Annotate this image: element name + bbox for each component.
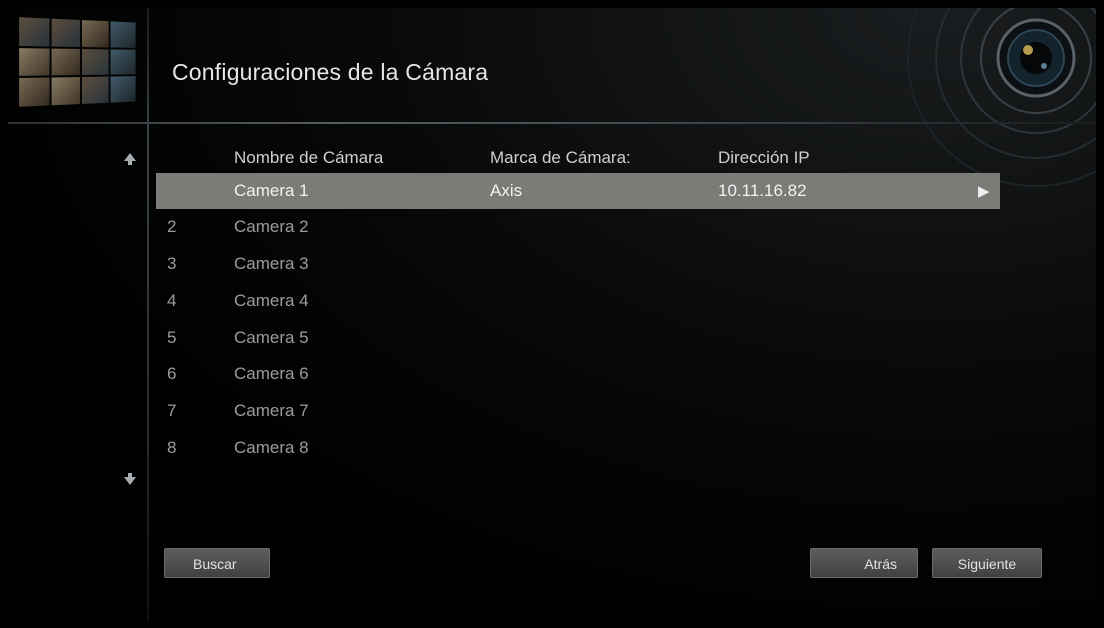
table-row[interactable]: 7 Camera 7: [156, 393, 1000, 429]
row-number: 6: [167, 364, 176, 384]
column-header-ip: Dirección IP: [718, 148, 810, 168]
row-number: 7: [167, 401, 176, 421]
camera-name: Camera 5: [234, 328, 309, 348]
page-title: Configuraciones de la Cámara: [172, 59, 488, 86]
camera-name: Camera 1: [234, 181, 309, 201]
row-number: 2: [167, 217, 176, 237]
table-row[interactable]: 5 Camera 5: [156, 320, 1000, 356]
up-arrow-icon[interactable]: [122, 151, 138, 167]
camera-name: Camera 4: [234, 291, 309, 311]
down-arrow-icon[interactable]: [122, 471, 138, 487]
search-button[interactable]: Buscar: [164, 548, 270, 578]
next-button[interactable]: Siguiente: [932, 548, 1042, 578]
back-button[interactable]: Atrás: [810, 548, 918, 578]
table-row[interactable]: 4 Camera 4: [156, 283, 1000, 319]
table-row[interactable]: 8 Camera 8: [156, 430, 1000, 466]
header-divider: [8, 122, 1096, 124]
row-number: 3: [167, 254, 176, 274]
camera-name: Camera 3: [234, 254, 309, 274]
sidebar-divider: [147, 8, 149, 620]
camera-name: Camera 6: [234, 364, 309, 384]
camera-lens-icon: [886, 8, 1096, 188]
table-row[interactable]: Camera 1 Axis 10.11.16.82 ▶: [156, 173, 1000, 209]
camera-name: Camera 7: [234, 401, 309, 421]
camera-grid-thumbnail: [19, 17, 135, 107]
camera-settings-screen: Configuraciones de la Cámara Nombre de C…: [8, 8, 1096, 620]
camera-ip: 10.11.16.82: [718, 181, 807, 201]
column-header-name: Nombre de Cámara: [234, 148, 383, 168]
camera-name: Camera 2: [234, 217, 309, 237]
table-row[interactable]: 2 Camera 2: [156, 209, 1000, 245]
row-number: 5: [167, 328, 176, 348]
camera-name: Camera 8: [234, 438, 309, 458]
row-number: 8: [167, 438, 176, 458]
row-number: 4: [167, 291, 176, 311]
play-arrow-icon[interactable]: ▶: [978, 182, 990, 200]
column-header-brand: Marca de Cámara:: [490, 148, 631, 168]
table-row[interactable]: 6 Camera 6: [156, 356, 1000, 392]
table-row[interactable]: 3 Camera 3: [156, 246, 1000, 282]
camera-brand: Axis: [490, 181, 522, 201]
